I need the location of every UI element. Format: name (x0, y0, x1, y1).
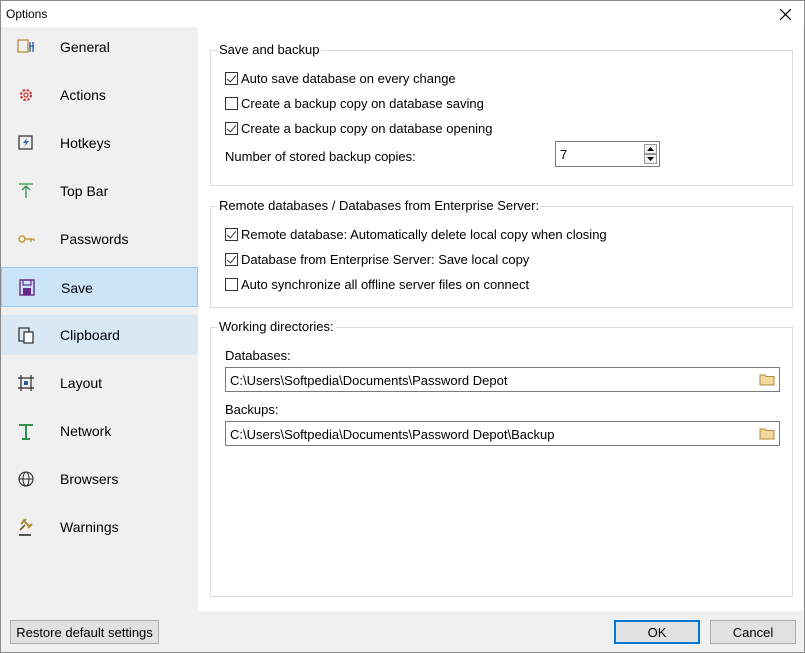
checkbox-label: Auto save database on every change (241, 70, 456, 86)
options-window: Options General Actions Hotkeys Top Bar … (0, 0, 805, 653)
browse-databases-button[interactable] (757, 370, 777, 389)
databases-path-input[interactable]: C:\Users\Softpedia\Documents\Password De… (225, 367, 780, 392)
sidebar-item-hotkeys[interactable]: Hotkeys (1, 123, 198, 163)
sidebar-item-label: Layout (60, 375, 103, 391)
backup-on-saving-checkbox[interactable]: Create a backup copy on database saving (225, 94, 484, 112)
backups-path-value[interactable]: C:\Users\Softpedia\Documents\Password De… (230, 427, 554, 442)
backups-path-input[interactable]: C:\Users\Softpedia\Documents\Password De… (225, 421, 780, 446)
checkbox-box[interactable] (225, 121, 238, 135)
checkbox-label: Create a backup copy on database opening (241, 120, 493, 136)
checkbox-label: Create a backup copy on database saving (241, 95, 484, 111)
sidebar-item-label: Save (61, 280, 93, 296)
sidebar-item-warnings[interactable]: Warnings (1, 507, 198, 547)
enterprise-save-local-checkbox[interactable]: Database from Enterprise Server: Save lo… (225, 250, 529, 268)
auto-save-checkbox[interactable]: Auto save database on every change (225, 69, 456, 87)
checkbox-box[interactable] (225, 252, 238, 266)
gear-icon (19, 88, 33, 102)
backup-copies-label: Number of stored backup copies: (225, 149, 416, 164)
folder-icon (759, 428, 775, 440)
checkbox-label: Database from Enterprise Server: Save lo… (241, 251, 530, 267)
sidebar-item-network[interactable]: Network (1, 411, 198, 451)
folder-icon (759, 374, 775, 386)
sidebar-item-layout[interactable]: Layout (1, 363, 198, 403)
globe-icon (18, 471, 34, 487)
restore-defaults-button[interactable]: Restore default settings (10, 620, 159, 644)
general-icon (17, 39, 34, 53)
checkbox-box[interactable] (225, 71, 238, 85)
sidebar-item-label: Browsers (60, 471, 119, 487)
backups-label: Backups: (225, 402, 279, 417)
arrow-down-icon (647, 157, 654, 161)
ok-button[interactable]: OK (614, 620, 700, 644)
sidebar-item-label: Warnings (60, 519, 119, 535)
spinner-value[interactable]: 7 (560, 147, 567, 162)
checkbox-label: Remote database: Automatically delete lo… (241, 226, 607, 242)
sidebar-item-save[interactable]: Save (1, 267, 198, 307)
checkbox-box[interactable] (225, 96, 238, 110)
databases-path-value[interactable]: C:\Users\Softpedia\Documents\Password De… (230, 373, 507, 388)
group-title: Remote databases / Databases from Enterp… (217, 198, 542, 213)
sidebar-item-actions[interactable]: Actions (1, 75, 198, 115)
window-title: Options (6, 7, 48, 21)
sidebar-item-browsers[interactable]: Browsers (1, 459, 198, 499)
group-title: Working directories: (217, 319, 336, 334)
arrow-up-icon (647, 147, 654, 151)
sidebar-item-general[interactable]: General (1, 27, 198, 67)
hotkey-icon (18, 135, 33, 150)
key-icon (18, 235, 35, 243)
sidebar-item-label: Top Bar (60, 183, 109, 199)
clipboard-icon (18, 327, 34, 344)
close-button[interactable] (770, 1, 800, 27)
remote-delete-local-checkbox[interactable]: Remote database: Automatically delete lo… (225, 225, 607, 243)
network-icon (19, 424, 33, 440)
sidebar-item-label: General (60, 39, 110, 55)
backup-on-opening-checkbox[interactable]: Create a backup copy on database opening (225, 119, 493, 137)
sidebar-item-label: Clipboard (60, 327, 120, 343)
sidebar-item-label: Passwords (60, 231, 129, 247)
working-directories-group: Working directories: Databases: C:\Users… (210, 319, 793, 597)
remote-databases-group: Remote databases / Databases from Enterp… (210, 198, 793, 308)
cancel-button[interactable]: Cancel (710, 620, 796, 644)
save-backup-group: Save and backup Auto save database on ev… (210, 42, 793, 186)
sidebar-item-top-bar[interactable]: Top Bar (1, 171, 198, 211)
auto-sync-offline-checkbox[interactable]: Auto synchronize all offline server file… (225, 275, 529, 293)
checkbox-box[interactable] (225, 277, 238, 291)
checkbox-label: Auto synchronize all offline server file… (241, 276, 530, 292)
title-bar: Options (1, 1, 804, 27)
sidebar-item-label: Hotkeys (60, 135, 111, 151)
spin-down-button[interactable] (644, 154, 657, 164)
settings-panel: Save and backup Auto save database on ev… (198, 27, 803, 611)
checkbox-box[interactable] (225, 227, 238, 241)
close-icon (779, 8, 791, 20)
sidebar-item-passwords[interactable]: Passwords (1, 219, 198, 259)
floppy-icon (19, 279, 35, 296)
sidebar-item-clipboard[interactable]: Clipboard (1, 315, 198, 355)
spin-up-button[interactable] (644, 144, 657, 154)
topbar-icon (19, 183, 33, 198)
gavel-icon (19, 518, 33, 536)
backup-copies-spinner[interactable]: 7 (555, 141, 660, 167)
layout-icon (18, 375, 34, 391)
group-title: Save and backup (217, 42, 322, 57)
databases-label: Databases: (225, 348, 291, 363)
sidebar-item-label: Network (60, 423, 112, 439)
sidebar: General Actions Hotkeys Top Bar Password… (1, 27, 198, 611)
sidebar-item-label: Actions (60, 87, 106, 103)
browse-backups-button[interactable] (757, 424, 777, 443)
